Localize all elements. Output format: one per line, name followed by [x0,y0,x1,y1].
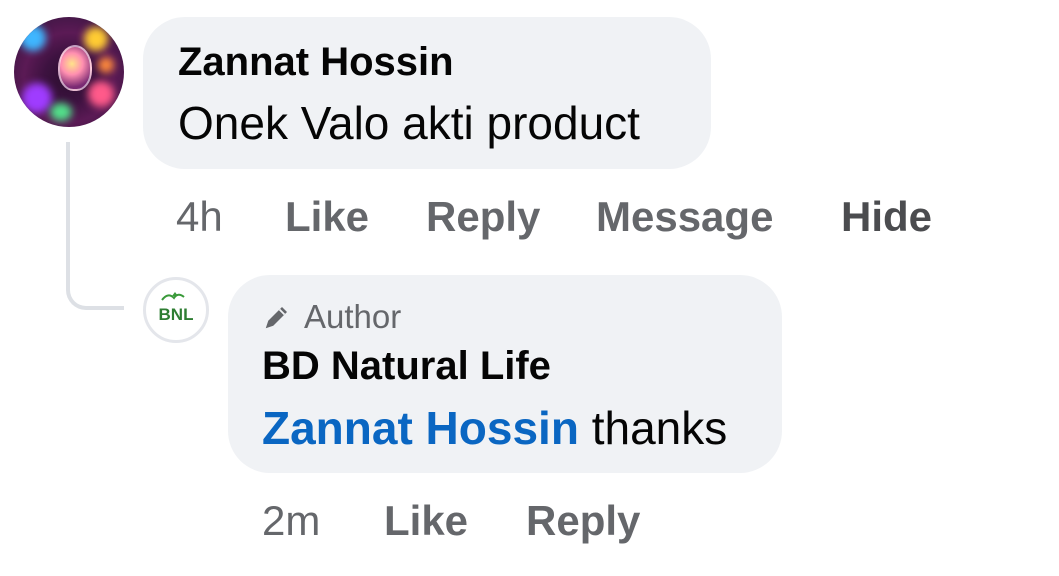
comment-like-button[interactable]: Like [285,193,369,241]
commenter-avatar[interactable] [14,17,124,127]
bnl-logo-text: BNL [159,305,194,324]
page-avatar[interactable]: BNL [143,277,209,343]
reply-author-name[interactable]: BD Natural Life [262,344,551,389]
comment-thread: Zannat Hossin Onek Valo akti product 4h … [0,0,1059,576]
comment-timestamp[interactable]: 4h [176,193,223,241]
water-drop-image [58,45,92,91]
comment-message-button[interactable]: Message [596,193,773,241]
author-badge-label: Author [304,298,402,335]
reply-reply-button[interactable]: Reply [526,497,640,545]
mention-link[interactable]: Zannat Hossin [262,402,579,454]
author-badge: Author [262,298,401,336]
comment-author-name[interactable]: Zannat Hossin [178,40,454,85]
comment-text: Onek Valo akti product [178,97,640,149]
comment-hide-button[interactable]: Hide [841,193,932,241]
reply-text: Zannat Hossin thanks [262,401,727,455]
reply-timestamp[interactable]: 2m [262,497,320,545]
reply-message: thanks [578,402,728,454]
thread-connector-line [66,142,124,310]
comment-reply-button[interactable]: Reply [426,193,540,241]
pen-icon [265,307,287,329]
bnl-logo-icon: BNL [159,292,194,324]
reply-like-button[interactable]: Like [384,497,468,545]
